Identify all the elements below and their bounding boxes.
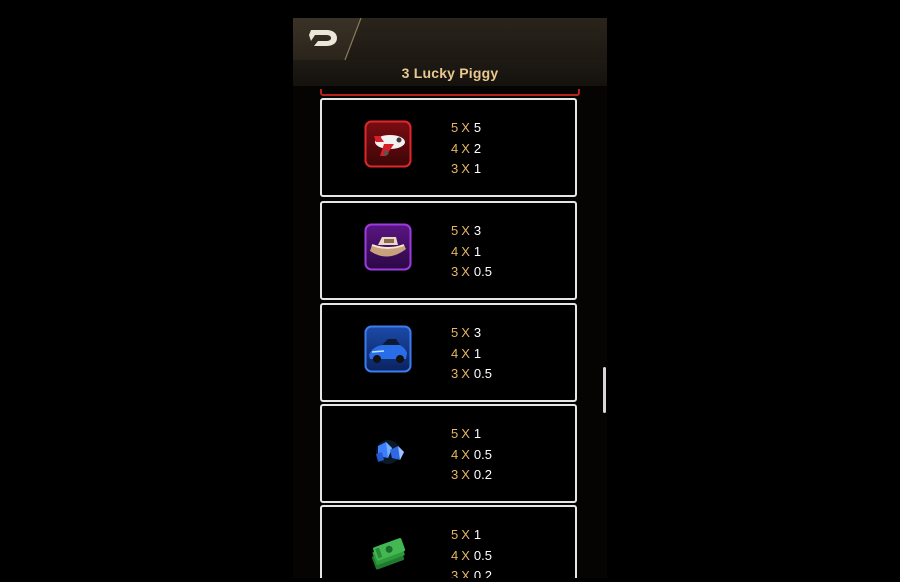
- back-button[interactable]: [293, 18, 361, 60]
- payout-row: 5X3: [451, 221, 492, 242]
- times-sign: X: [461, 446, 470, 462]
- times-sign: X: [461, 568, 470, 578]
- header-bar: [293, 18, 607, 61]
- payout-list: 5X1 4 X 0.5 3 X 0.2: [451, 424, 492, 486]
- symbol-card-boat: 5X3 4X1 3 X 0.5: [320, 201, 577, 300]
- airplane-icon: [364, 120, 412, 168]
- multiplier-value: 0.5: [473, 547, 492, 563]
- match-count: 5: [451, 325, 459, 340]
- payout-row: 4X1: [451, 242, 492, 263]
- multiplier-value: 1: [473, 527, 482, 542]
- times-sign: X: [461, 547, 470, 563]
- match-count: 3: [451, 161, 459, 176]
- payout-row: 4X2: [451, 139, 481, 160]
- payout-row: 5X1: [451, 525, 492, 546]
- symbol-card-airplane: 5X5 4X2 3X1: [320, 98, 577, 197]
- paytable-panel: 3 Lucky Piggy 5X5 4X2 3X1 5 X 3 4 X 1 3 …: [293, 18, 607, 578]
- symbol-card-cash: 5X1 4 X 0.5 3 X 0.2: [320, 505, 577, 578]
- symbol-card-gems: 5X1 4 X 0.5 3 X 0.2: [320, 404, 577, 503]
- payout-row: 5X1: [451, 424, 492, 445]
- payout-row: 3X1: [451, 159, 481, 180]
- multiplier-value: 0.2: [473, 467, 492, 482]
- payout-list: 5X5 4X2 3X1: [451, 118, 481, 180]
- multiplier-value: 1: [473, 345, 482, 361]
- multiplier-value: 0.2: [473, 568, 492, 578]
- payout-row: 3 X 0.5: [451, 364, 492, 385]
- paytable-scroll-area[interactable]: 5X5 4X2 3X1 5X3 4X1 3 X 0.5 5 X 3 4 X 1 …: [293, 86, 607, 578]
- sports-car-icon: [364, 325, 412, 373]
- multiplier-value: 1: [473, 426, 482, 441]
- match-count: 4: [451, 547, 459, 563]
- match-count: 4: [451, 140, 459, 156]
- match-count: 5: [451, 120, 459, 135]
- payout-row: 4 X 0.5: [451, 546, 492, 567]
- multiplier-value: 1: [473, 161, 482, 176]
- cash-stack-icon: [372, 537, 406, 570]
- payout-row: 4X1: [451, 344, 492, 365]
- match-count: 3: [451, 467, 459, 482]
- match-count: 4: [451, 446, 459, 462]
- match-count: 5: [451, 223, 459, 238]
- blue-gems-icon: [376, 440, 404, 464]
- payout-row: 3 X 0.2: [451, 566, 492, 578]
- times-sign: X: [461, 243, 470, 259]
- times-sign: X: [461, 325, 470, 340]
- times-sign: X: [461, 527, 470, 542]
- times-sign: X: [461, 345, 470, 361]
- times-sign: X: [461, 140, 470, 156]
- match-count: 4: [451, 243, 459, 259]
- match-count: 3: [451, 366, 459, 381]
- previous-card-bottom-edge: [320, 89, 580, 96]
- page-title: 3 Lucky Piggy: [401, 65, 499, 81]
- boat-icon: [364, 223, 412, 271]
- times-sign: X: [461, 426, 470, 441]
- multiplier-value: 3: [473, 325, 482, 340]
- payout-row: 5X3: [451, 323, 492, 344]
- match-count: 4: [451, 345, 459, 361]
- payout-row: 5X5: [451, 118, 481, 139]
- back-arrow-d-icon: [309, 30, 337, 46]
- multiplier-value: 1: [473, 243, 482, 259]
- multiplier-value: 0.5: [473, 446, 492, 462]
- payout-row: 3 X 0.5: [451, 262, 492, 283]
- match-count: 5: [451, 527, 459, 542]
- match-count: 3: [451, 568, 459, 578]
- times-sign: X: [461, 161, 470, 176]
- payout-list: 5X3 4X1 3 X 0.5: [451, 221, 492, 283]
- scrollbar-thumb[interactable]: [603, 367, 606, 413]
- times-sign: X: [461, 223, 470, 238]
- times-sign: X: [461, 366, 470, 381]
- match-count: 3: [451, 264, 459, 279]
- times-sign: X: [461, 120, 470, 135]
- payout-row: 4 X 0.5: [451, 445, 492, 466]
- symbol-card-sports-car: 5X3 4X1 3 X 0.5: [320, 303, 577, 402]
- payout-list: 5X3 4X1 3 X 0.5: [451, 323, 492, 385]
- payout-list: 5X1 4 X 0.5 3 X 0.2: [451, 525, 492, 578]
- multiplier-value: 2: [473, 140, 482, 156]
- multiplier-value: 3: [473, 223, 482, 238]
- multiplier-value: 0.5: [473, 366, 492, 381]
- multiplier-value: 0.5: [473, 264, 492, 279]
- multiplier-value: 5: [473, 120, 482, 135]
- title-bar: 3 Lucky Piggy: [293, 60, 607, 86]
- times-sign: X: [461, 467, 470, 482]
- times-sign: X: [461, 264, 470, 279]
- match-count: 5: [451, 426, 459, 441]
- payout-row: 3 X 0.2: [451, 465, 492, 486]
